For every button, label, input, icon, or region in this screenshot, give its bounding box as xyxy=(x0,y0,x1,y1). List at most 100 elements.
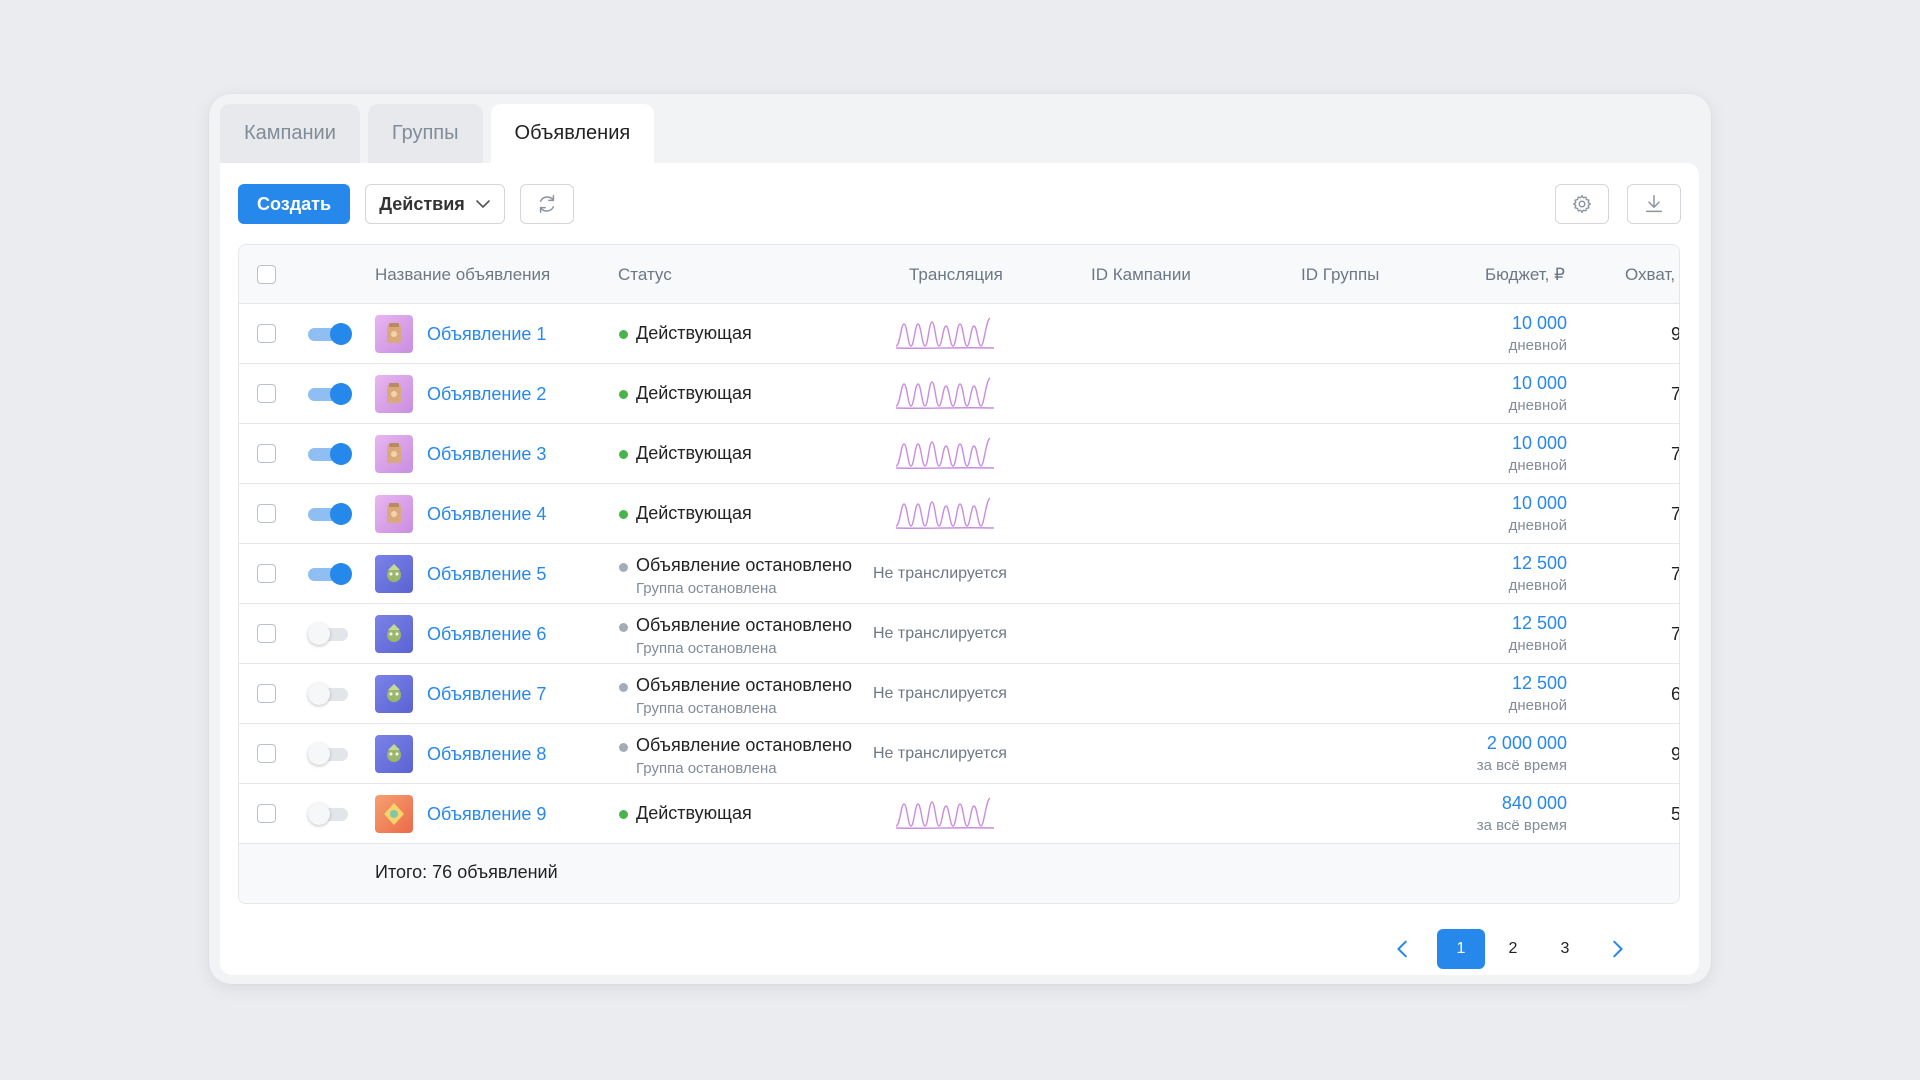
budget-period: дневной xyxy=(1508,517,1567,534)
ad-toggle[interactable] xyxy=(308,563,352,585)
column-header-budget[interactable]: Бюджет, ₽ xyxy=(1485,245,1565,304)
budget-cell: 2 000 000 за всё время xyxy=(1367,724,1567,784)
budget-value[interactable]: 2 000 000 xyxy=(1487,733,1567,754)
broadcast-sparkline xyxy=(895,377,995,409)
budget-value[interactable]: 840 000 xyxy=(1502,793,1567,814)
budget-period: дневной xyxy=(1508,337,1567,354)
budget-value[interactable]: 12 500 xyxy=(1512,613,1567,634)
table-row[interactable]: Объявление 5 Объявление остановлено Группа… xyxy=(239,544,1679,604)
ad-toggle[interactable] xyxy=(308,683,352,705)
budget-period: дневной xyxy=(1508,577,1567,594)
refresh-button[interactable] xyxy=(520,184,574,224)
actions-dropdown[interactable]: Действия xyxy=(365,184,505,224)
ad-name-link[interactable]: Объявление 2 xyxy=(427,364,546,424)
column-header-broadcast[interactable]: Трансляция xyxy=(909,245,1003,304)
budget-value[interactable]: 10 000 xyxy=(1512,493,1567,514)
page-button-2[interactable]: 2 xyxy=(1489,929,1537,969)
row-checkbox[interactable] xyxy=(257,384,276,403)
ad-name-link[interactable]: Объявление 1 xyxy=(427,304,546,364)
reach-value: 7 xyxy=(1671,604,1679,664)
table-row[interactable]: Объявление 9 Действующая 840 000 за всё вре… xyxy=(239,784,1679,844)
reach-value: 7 xyxy=(1671,484,1679,544)
column-header-reach[interactable]: Охват, xyxy=(1625,245,1675,304)
ad-toggle[interactable] xyxy=(308,443,352,465)
select-all-checkbox[interactable] xyxy=(257,265,276,284)
row-checkbox[interactable] xyxy=(257,624,276,643)
budget-value[interactable]: 10 000 xyxy=(1512,313,1567,334)
tab-ads[interactable]: Объявления xyxy=(490,104,655,163)
budget-value[interactable]: 10 000 xyxy=(1512,373,1567,394)
page-button-3[interactable]: 3 xyxy=(1541,929,1589,969)
ad-toggle[interactable] xyxy=(308,383,352,405)
toggle-knob xyxy=(330,383,352,405)
ad-name-link[interactable]: Объявление 5 xyxy=(427,544,546,604)
table-row[interactable]: Объявление 7 Объявление остановлено Группа… xyxy=(239,664,1679,724)
ad-toggle[interactable] xyxy=(308,323,352,345)
ad-toggle[interactable] xyxy=(308,503,352,525)
table-row[interactable]: Объявление 6 Объявление остановлено Группа… xyxy=(239,604,1679,664)
download-icon xyxy=(1645,195,1663,213)
row-checkbox[interactable] xyxy=(257,564,276,583)
ad-name-link[interactable]: Объявление 6 xyxy=(427,604,546,664)
settings-button[interactable] xyxy=(1555,184,1609,224)
budget-value[interactable]: 12 500 xyxy=(1512,553,1567,574)
ad-name-link[interactable]: Объявление 9 xyxy=(427,784,546,844)
status-dot xyxy=(619,330,628,339)
toggle-knob xyxy=(330,563,352,585)
row-checkbox[interactable] xyxy=(257,324,276,343)
table-row[interactable]: Объявление 8 Объявление остановлено Группа… xyxy=(239,724,1679,784)
ad-toggle[interactable] xyxy=(308,743,352,765)
toggle-knob xyxy=(330,503,352,525)
page-button-1[interactable]: 1 xyxy=(1437,929,1485,969)
broadcast-sparkline xyxy=(895,497,995,529)
column-header-name[interactable]: Название объявления xyxy=(375,245,550,304)
broadcast-status: Не транслируется xyxy=(873,625,1007,642)
toggle-knob xyxy=(330,323,352,345)
budget-cell: 12 500 дневной xyxy=(1367,664,1567,724)
ad-thumbnail xyxy=(375,495,413,533)
table-row[interactable]: Объявление 4 Действующая 10 000 дневной 7 xyxy=(239,484,1679,544)
reach-value: 6 xyxy=(1671,664,1679,724)
download-button[interactable] xyxy=(1627,184,1681,224)
status-text: Объявление остановлено xyxy=(636,555,853,575)
total-count: Итого: 76 объявлений xyxy=(375,862,558,882)
budget-value[interactable]: 10 000 xyxy=(1512,433,1567,454)
ad-name-link[interactable]: Объявление 3 xyxy=(427,424,546,484)
row-checkbox[interactable] xyxy=(257,444,276,463)
row-checkbox[interactable] xyxy=(257,804,276,823)
create-button[interactable]: Создать xyxy=(238,184,350,224)
ads-manager-window: Кампании Группы Объявления Создать Дейст… xyxy=(209,94,1711,984)
column-header-campaign-id[interactable]: ID Кампании xyxy=(1091,245,1191,304)
toggle-knob xyxy=(308,623,330,645)
row-checkbox[interactable] xyxy=(257,684,276,703)
status-text: Действующая xyxy=(636,803,752,823)
ad-image-icon xyxy=(387,503,401,523)
ad-name-link[interactable]: Объявление 4 xyxy=(427,484,546,544)
ad-image-icon xyxy=(387,564,401,582)
ad-toggle[interactable] xyxy=(308,803,352,825)
tab-campaigns[interactable]: Кампании xyxy=(220,104,360,163)
status-dot xyxy=(619,810,628,819)
row-checkbox[interactable] xyxy=(257,744,276,763)
ad-toggle[interactable] xyxy=(308,623,352,645)
reach-value: 7 xyxy=(1671,544,1679,604)
ad-name-link[interactable]: Объявление 7 xyxy=(427,664,546,724)
budget-value[interactable]: 12 500 xyxy=(1512,673,1567,694)
column-header-group-id[interactable]: ID Группы xyxy=(1301,245,1379,304)
table-row[interactable]: Объявление 1 Действующая 10 000 дневной 9 xyxy=(239,304,1679,364)
actions-dropdown-label: Действия xyxy=(379,193,465,214)
row-checkbox[interactable] xyxy=(257,504,276,523)
prev-page-button[interactable] xyxy=(1379,929,1427,969)
table-row[interactable]: Объявление 3 Действующая 10 000 дневной 7 xyxy=(239,424,1679,484)
ad-image-icon xyxy=(387,744,401,762)
tab-groups[interactable]: Группы xyxy=(367,104,483,163)
next-page-button[interactable] xyxy=(1593,929,1641,969)
ads-panel: Создать Действия Название объявления Ста… xyxy=(220,163,1699,975)
table-row[interactable]: Объявление 2 Действующая 10 000 дневной 7 xyxy=(239,364,1679,424)
ad-thumbnail xyxy=(375,795,413,833)
pagination: 123 xyxy=(1379,929,1679,969)
ad-name-link[interactable]: Объявление 8 xyxy=(427,724,546,784)
budget-cell: 12 500 дневной xyxy=(1367,544,1567,604)
toolbar: Создать Действия xyxy=(238,183,1681,225)
column-header-status[interactable]: Статус xyxy=(618,245,672,304)
